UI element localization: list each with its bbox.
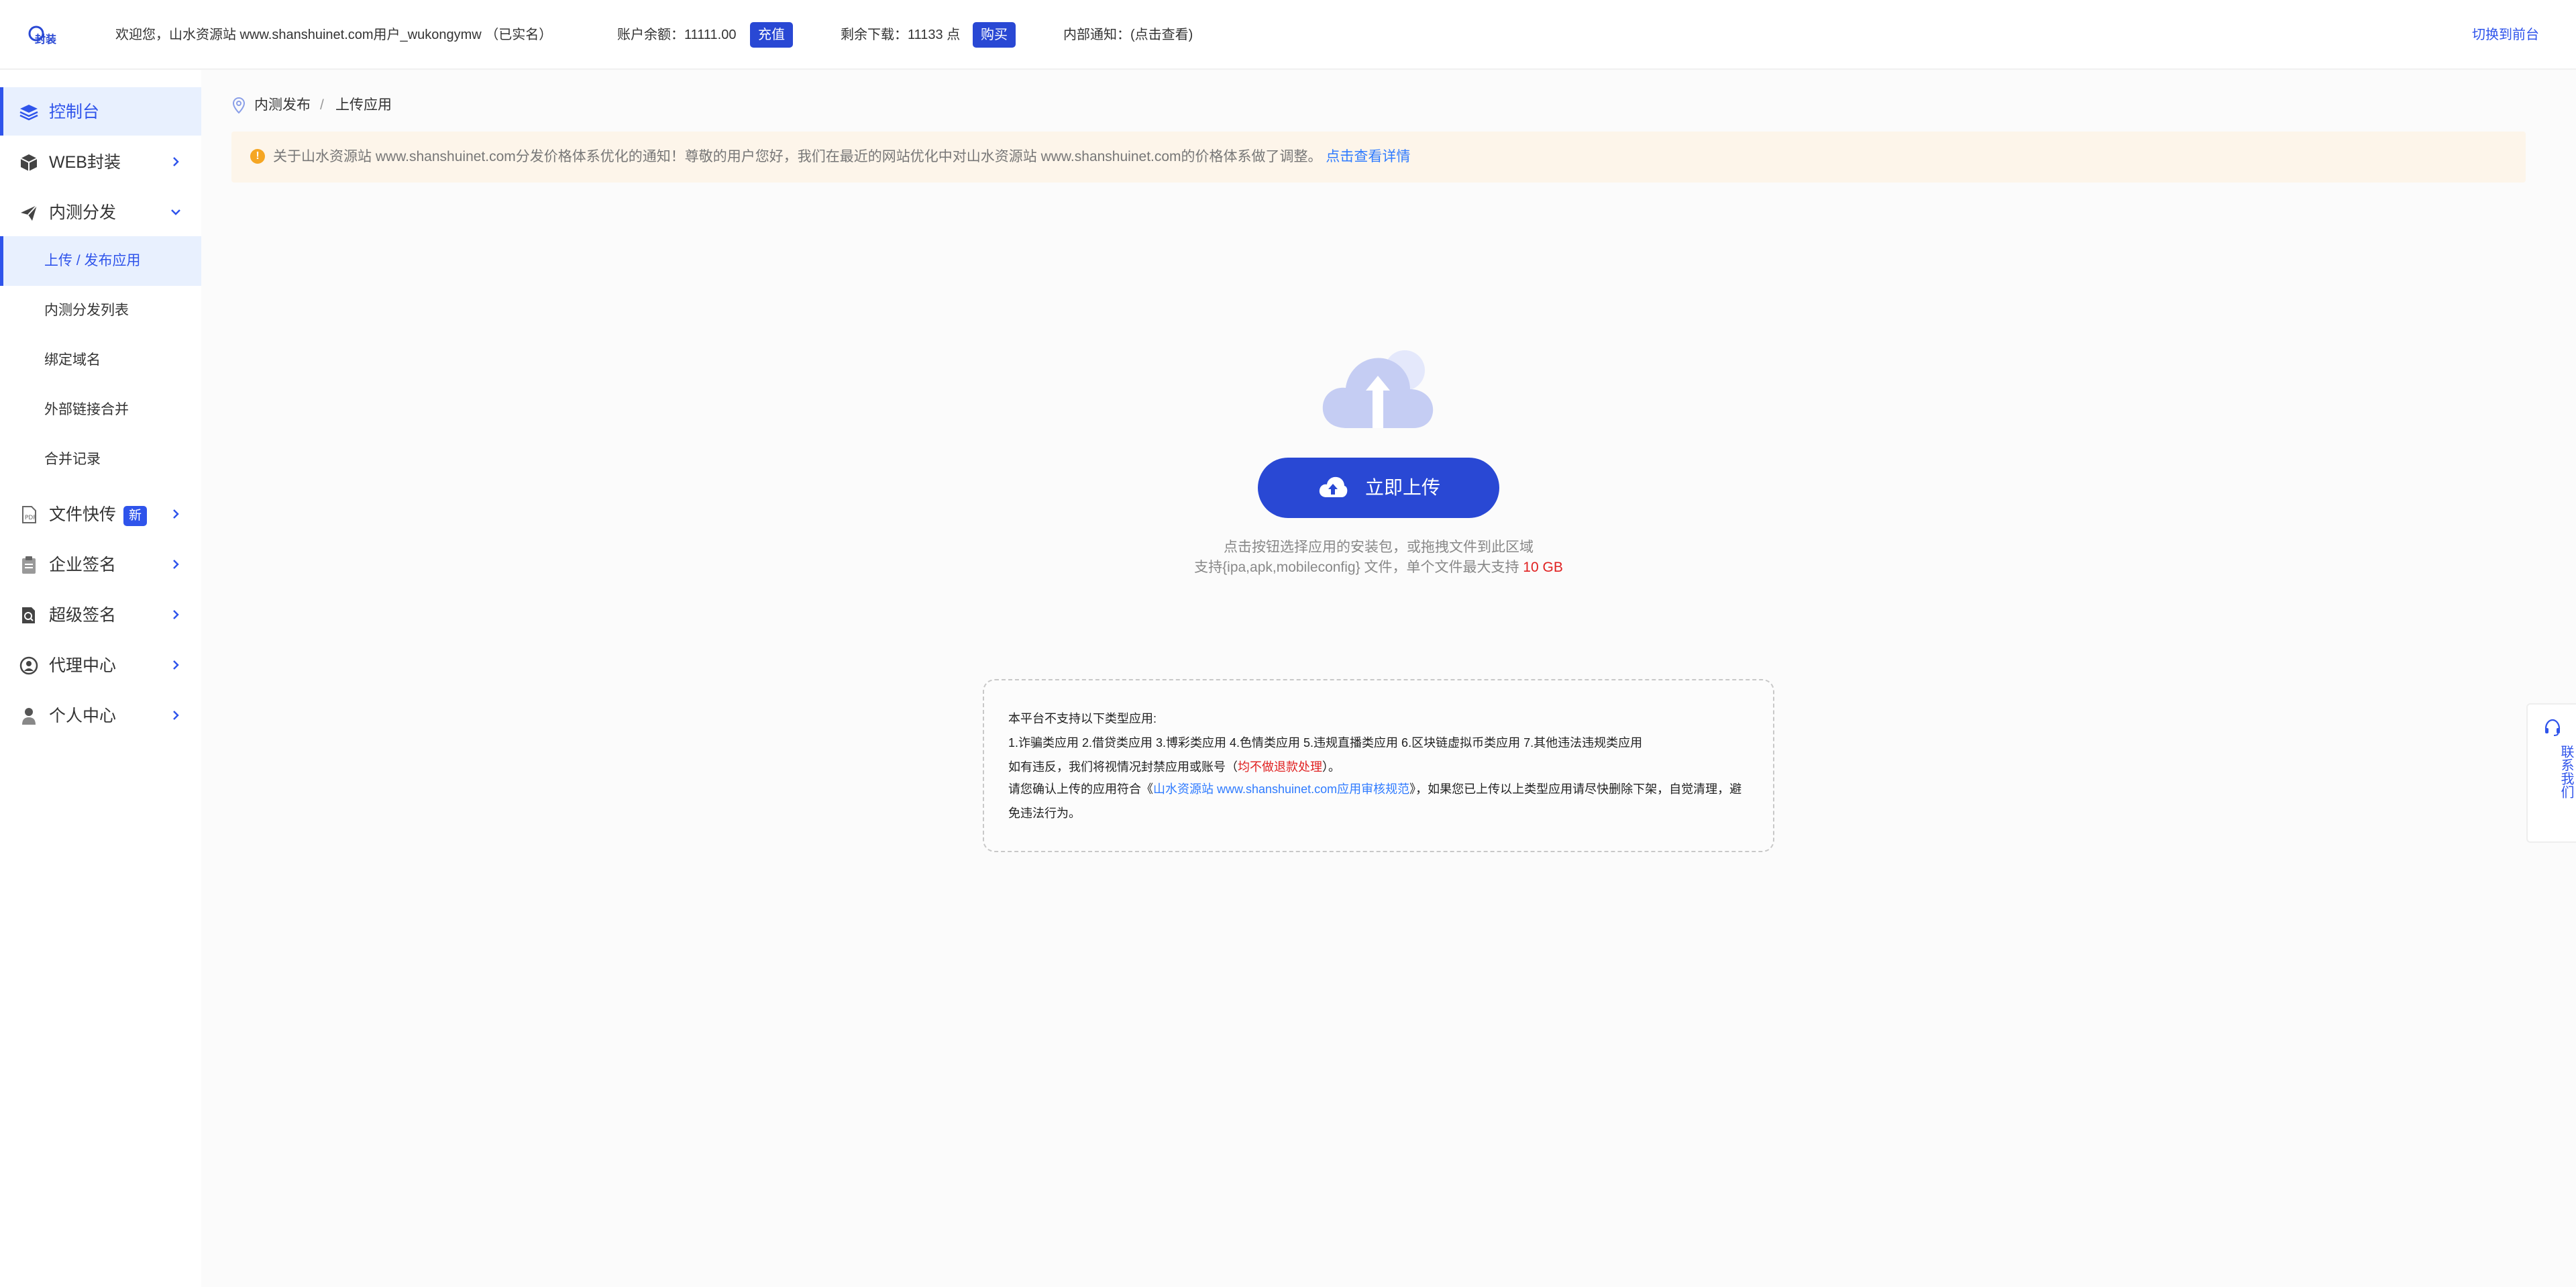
- notice-banner: ! 关于山水资源站 www.shanshuinet.com分发价格体系优化的通知…: [231, 132, 2526, 183]
- confirm-prefix: 请您确认上传的应用符合《: [1008, 782, 1153, 796]
- recharge-button[interactable]: 充值: [750, 22, 793, 48]
- notice-message: 关于山水资源站 www.shanshuinet.com分发价格体系优化的通知！尊…: [273, 149, 1322, 164]
- sidebar-item-label: WEB封装: [49, 153, 121, 172]
- chevron-down-icon: [171, 209, 180, 215]
- warning-icon: !: [250, 149, 265, 164]
- submenu-item-label: 外部链接合并: [44, 402, 129, 417]
- welcome-text: 欢迎您，山水资源站 www.shanshuinet.com用户_wukongym…: [115, 28, 553, 42]
- sidebar-item-label: 企业签名: [49, 556, 117, 574]
- sidebar-item-label: 代理中心: [49, 656, 117, 675]
- agent-icon: [19, 656, 38, 675]
- upload-button-label: 立即上传: [1365, 477, 1441, 498]
- breadcrumb-separator: /: [320, 97, 324, 113]
- sidebar-item-agent-center[interactable]: 代理中心: [0, 641, 201, 689]
- rules-box: 本平台不支持以下类型应用: 1.诈骗类应用 2.借贷类应用 3.博彩类应用 4.…: [983, 679, 1774, 852]
- sidebar-item-label: 个人中心: [49, 707, 117, 725]
- submenu-item-merge-records[interactable]: 合并记录: [0, 435, 201, 484]
- rules-title: 本平台不支持以下类型应用:: [1008, 712, 1157, 725]
- location-pin-icon: [232, 97, 246, 114]
- sidebar-item-label: 控制台: [49, 103, 100, 121]
- rules-confirm: 请您确认上传的应用符合《山水资源站 www.shanshuinet.com应用审…: [1008, 777, 1753, 825]
- rules-violation: 如有违反，我们将视情况封禁应用或账号（均不做退款处理）。: [1008, 758, 1340, 776]
- sidebar: 控制台 WEB封装 内测分发 上传 / 发布应用 内测分发列表 绑定域名 外部链…: [0, 70, 201, 1287]
- sidebar-item-super-sign[interactable]: 超级签名: [0, 590, 201, 639]
- document-search-icon: [22, 607, 35, 623]
- clipboard-icon: [22, 556, 36, 574]
- layers-icon: [19, 105, 38, 121]
- notice-text: 关于山水资源站 www.shanshuinet.com分发价格体系优化的通知！尊…: [273, 148, 1410, 166]
- svg-text:封装: 封装: [35, 33, 56, 46]
- notice-details-link[interactable]: 点击查看详情: [1326, 149, 1410, 164]
- chevron-right-icon: [173, 157, 179, 166]
- chevron-right-icon: [173, 560, 179, 569]
- submenu-item-beta-list[interactable]: 内测分发列表: [0, 286, 201, 336]
- chevron-right-icon: [173, 711, 179, 720]
- submenu-item-label: 绑定域名: [44, 352, 101, 368]
- submenu-item-upload-publish[interactable]: 上传 / 发布应用: [0, 236, 201, 286]
- chevron-right-icon: [173, 660, 179, 670]
- internal-notice-link[interactable]: 内部通知：(点击查看): [1063, 25, 1193, 44]
- buy-button[interactable]: 购买: [973, 22, 1016, 48]
- headset-icon: [2544, 719, 2561, 736]
- upload-support-hint: 支持{ipa,apk,mobileconfig} 文件，单个文件最大支持 10 …: [1033, 558, 1724, 577]
- contact-us-label: 联系我们: [2559, 745, 2573, 799]
- svg-text:PDF: PDF: [25, 515, 37, 521]
- chevron-right-icon: [173, 610, 179, 619]
- sidebar-item-file-transfer[interactable]: PDF 文件快传 新: [0, 490, 201, 538]
- no-refund-text: 均不做退款处理: [1238, 760, 1322, 774]
- sidebar-item-beta-distribution[interactable]: 内测分发: [0, 188, 201, 236]
- user-icon: [22, 708, 36, 725]
- upload-hint: 点击按钮选择应用的安装包，或拖拽文件到此区域: [1224, 539, 1534, 555]
- rules-list: 1.诈骗类应用 2.借贷类应用 3.博彩类应用 4.色情类应用 5.违规直播类应…: [1008, 736, 1643, 750]
- top-bar: 封装 欢迎您，山水资源站 www.shanshuinet.com用户_wukon…: [0, 0, 2576, 70]
- sidebar-item-web-wrap[interactable]: WEB封装: [0, 138, 201, 186]
- cloud-upload-icon: [1319, 476, 1348, 497]
- paper-plane-icon: [21, 205, 38, 221]
- switch-to-frontend-link[interactable]: 切换到前台: [2472, 25, 2539, 44]
- review-guidelines-link[interactable]: 山水资源站 www.shanshuinet.com应用审核规范: [1153, 782, 1409, 796]
- sidebar-item-label: 内测分发: [49, 203, 117, 222]
- sidebar-item-console[interactable]: 控制台: [0, 87, 201, 136]
- sidebar-item-label: 文件快传: [49, 505, 117, 524]
- sidebar-item-personal-center[interactable]: 个人中心: [0, 691, 201, 739]
- contact-us-button[interactable]: 联系我们: [2526, 703, 2576, 843]
- logo: 封装: [28, 25, 56, 46]
- support-formats-text: 支持{ipa,apk,mobileconfig} 文件，单个文件最大支持: [1194, 560, 1519, 575]
- submenu-item-label: 内测分发列表: [44, 303, 129, 318]
- new-badge: 新: [123, 506, 148, 526]
- breadcrumb-current: 上传应用: [335, 97, 392, 113]
- cloud-upload-illustration: [1322, 350, 1434, 428]
- violation-suffix: ）。: [1322, 760, 1340, 774]
- box-icon: [20, 154, 38, 171]
- sidebar-item-label: 超级签名: [49, 606, 117, 625]
- submenu-item-link-merge[interactable]: 外部链接合并: [0, 385, 201, 435]
- chevron-right-icon: [173, 509, 179, 519]
- sidebar-item-enterprise-sign[interactable]: 企业签名: [0, 540, 201, 588]
- downloads-text: 剩余下载：11133 点: [841, 28, 961, 42]
- file-icon: PDF: [22, 506, 37, 523]
- balance-text: 账户余额：11111.00: [617, 28, 737, 42]
- breadcrumb-parent[interactable]: 内测发布: [254, 96, 311, 115]
- max-size-text: 10 GB: [1523, 560, 1563, 575]
- submenu-item-label: 上传 / 发布应用: [44, 253, 141, 268]
- upload-now-button[interactable]: 立即上传: [1258, 458, 1499, 518]
- violation-prefix: 如有违反，我们将视情况封禁应用或账号（: [1008, 760, 1238, 774]
- submenu-item-label: 合并记录: [44, 452, 101, 467]
- submenu-item-bind-domain[interactable]: 绑定域名: [0, 336, 201, 385]
